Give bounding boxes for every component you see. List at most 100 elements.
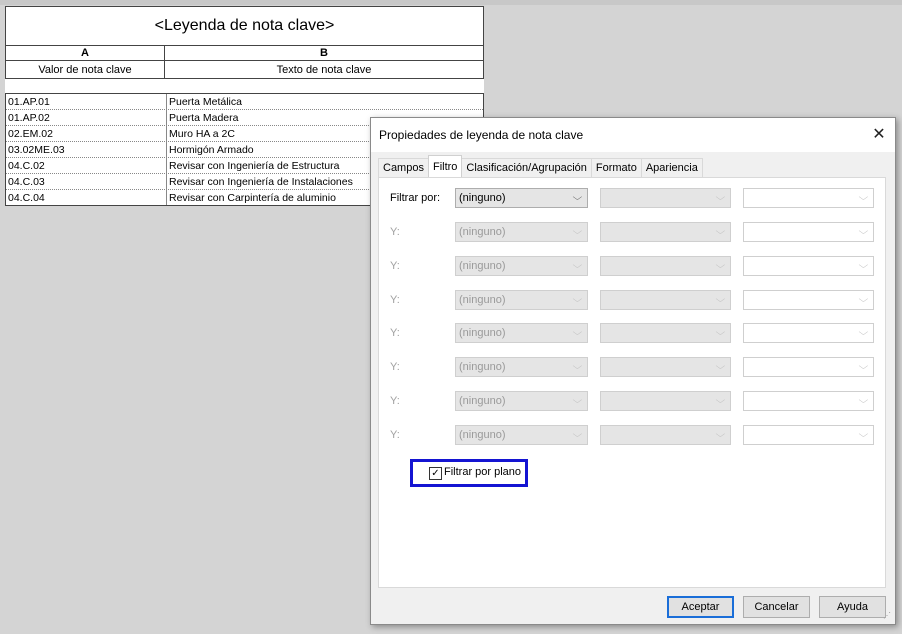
filter-operator-select[interactable]: ⌵ [600,256,731,276]
filter-field-value: (ninguno) [459,429,506,441]
schedule-gap [5,79,484,93]
filter-value-select[interactable]: ⌵ [743,425,874,445]
filter-row: Y: (ninguno) ⌵ ⌵ ⌵ [379,357,885,379]
row-key[interactable]: 03.02ME.03 [6,142,167,157]
filter-field-value: (ninguno) [459,260,506,272]
filter-row: Y: (ninguno) ⌵ ⌵ ⌵ [379,425,885,447]
chevron-down-icon: ⌵ [715,327,726,337]
chevron-down-icon: ⌵ [858,192,869,202]
filter-field-value: (ninguno) [459,192,506,204]
schedule-title: <Leyenda de nota clave> [5,6,484,46]
filter-label: Y: [390,226,400,238]
filter-operator-select[interactable]: ⌵ [600,323,731,343]
filter-value-select[interactable]: ⌵ [743,222,874,242]
top-toolbar-strip [0,0,902,5]
filter-operator-select[interactable]: ⌵ [600,425,731,445]
filter-value-select[interactable]: ⌵ [743,290,874,310]
close-icon[interactable]: ✕ [869,124,889,144]
row-key[interactable]: 04.C.04 [6,190,167,205]
tab-apariencia[interactable]: Apariencia [640,158,703,177]
row-key[interactable]: 04.C.03 [6,174,167,189]
table-row[interactable]: 01.AP.01 Puerta Metálica [6,94,483,110]
filter-operator-select[interactable]: ⌵ [600,290,731,310]
filter-field-value: (ninguno) [459,361,506,373]
column-letter-b: B [320,47,328,59]
filter-field-select[interactable]: (ninguno) ⌵ [455,222,588,242]
chevron-down-icon: ⌵ [715,395,726,405]
filter-row: Y: (ninguno) ⌵ ⌵ ⌵ [379,222,885,244]
filter-row: Y: (ninguno) ⌵ ⌵ ⌵ [379,290,885,312]
cancel-button[interactable]: Cancelar [743,596,810,618]
chevron-down-icon: ⌵ [858,260,869,270]
filter-value-select[interactable]: ⌵ [743,357,874,377]
row-key[interactable]: 01.AP.02 [6,110,167,125]
chevron-down-icon: ⌵ [715,429,726,439]
filter-by-sheet-checkbox[interactable]: ✓ [429,467,442,480]
tab-filtro[interactable]: Filtro [427,155,463,177]
filter-panel: Filtrar por: (ninguno) ⌵ ⌵ ⌵ Y: (ninguno)… [378,177,886,588]
chevron-down-icon: ⌵ [572,395,583,405]
filter-field-value: (ninguno) [459,395,506,407]
filter-label: Y: [390,327,400,339]
filter-field-select[interactable]: (ninguno) ⌵ [455,323,588,343]
column-header-value[interactable]: Valor de nota clave [6,61,165,78]
chevron-down-icon: ⌵ [858,429,869,439]
filter-by-sheet-label[interactable]: Filtrar por plano [444,466,521,478]
filter-label: Y: [390,429,400,441]
chevron-down-icon: ⌵ [572,192,583,202]
filter-value-select[interactable]: ⌵ [743,256,874,276]
filter-field-value: (ninguno) [459,327,506,339]
filter-row: Y: (ninguno) ⌵ ⌵ ⌵ [379,323,885,345]
chevron-down-icon: ⌵ [572,260,583,270]
column-letters: A B [5,46,484,61]
filter-field-value: (ninguno) [459,226,506,238]
column-headers: Valor de nota clave Texto de nota clave [5,61,484,79]
row-key[interactable]: 04.C.02 [6,158,167,173]
filter-operator-select[interactable]: ⌵ [600,357,731,377]
filter-operator-select[interactable]: ⌵ [600,188,731,208]
chevron-down-icon: ⌵ [715,260,726,270]
tab-clasificacion[interactable]: Clasificación/Agrupación [461,158,592,177]
chevron-down-icon: ⌵ [858,226,869,236]
row-text[interactable]: Puerta Metálica [167,94,483,109]
filter-field-select[interactable]: (ninguno) ⌵ [455,357,588,377]
filter-value-select[interactable]: ⌵ [743,391,874,411]
resize-grip-icon[interactable]: ⋰ [883,612,893,622]
row-key[interactable]: 01.AP.01 [6,94,167,109]
filter-label: Y: [390,361,400,373]
filter-by-sheet-highlight: ✓ Filtrar por plano [410,459,528,487]
column-letter-a: A [6,46,165,60]
filter-row: Y: (ninguno) ⌵ ⌵ ⌵ [379,256,885,278]
filter-field-select[interactable]: (ninguno) ⌵ [455,290,588,310]
filter-field-select[interactable]: (ninguno) ⌵ [455,391,588,411]
chevron-down-icon: ⌵ [715,294,726,304]
filter-label: Filtrar por: [390,192,441,204]
tab-formato[interactable]: Formato [590,158,642,177]
filter-value-select[interactable]: ⌵ [743,323,874,343]
chevron-down-icon: ⌵ [715,192,726,202]
filter-label: Y: [390,395,400,407]
filter-field-select[interactable]: (ninguno) ⌵ [455,256,588,276]
filter-value-select[interactable]: ⌵ [743,188,874,208]
chevron-down-icon: ⌵ [572,429,583,439]
chevron-down-icon: ⌵ [858,327,869,337]
dialog-title: Propiedades de leyenda de nota clave [371,118,895,152]
help-button[interactable]: Ayuda [819,596,886,618]
ok-button[interactable]: Aceptar [667,596,734,618]
tab-campos[interactable]: Campos [378,158,429,177]
filter-field-value: (ninguno) [459,294,506,306]
column-header-text[interactable]: Texto de nota clave [165,61,483,78]
filter-label: Y: [390,260,400,272]
row-key[interactable]: 02.EM.02 [6,126,167,141]
filter-field-select[interactable]: (ninguno) ⌵ [455,188,588,208]
tab-strip: Campos Filtro Clasificación/Agrupación F… [378,155,703,177]
filter-field-select[interactable]: (ninguno) ⌵ [455,425,588,445]
filter-operator-select[interactable]: ⌵ [600,222,731,242]
checkmark-icon: ✓ [431,467,440,479]
filter-label: Y: [390,294,400,306]
chevron-down-icon: ⌵ [572,294,583,304]
chevron-down-icon: ⌵ [572,226,583,236]
chevron-down-icon: ⌵ [858,294,869,304]
chevron-down-icon: ⌵ [572,327,583,337]
filter-operator-select[interactable]: ⌵ [600,391,731,411]
